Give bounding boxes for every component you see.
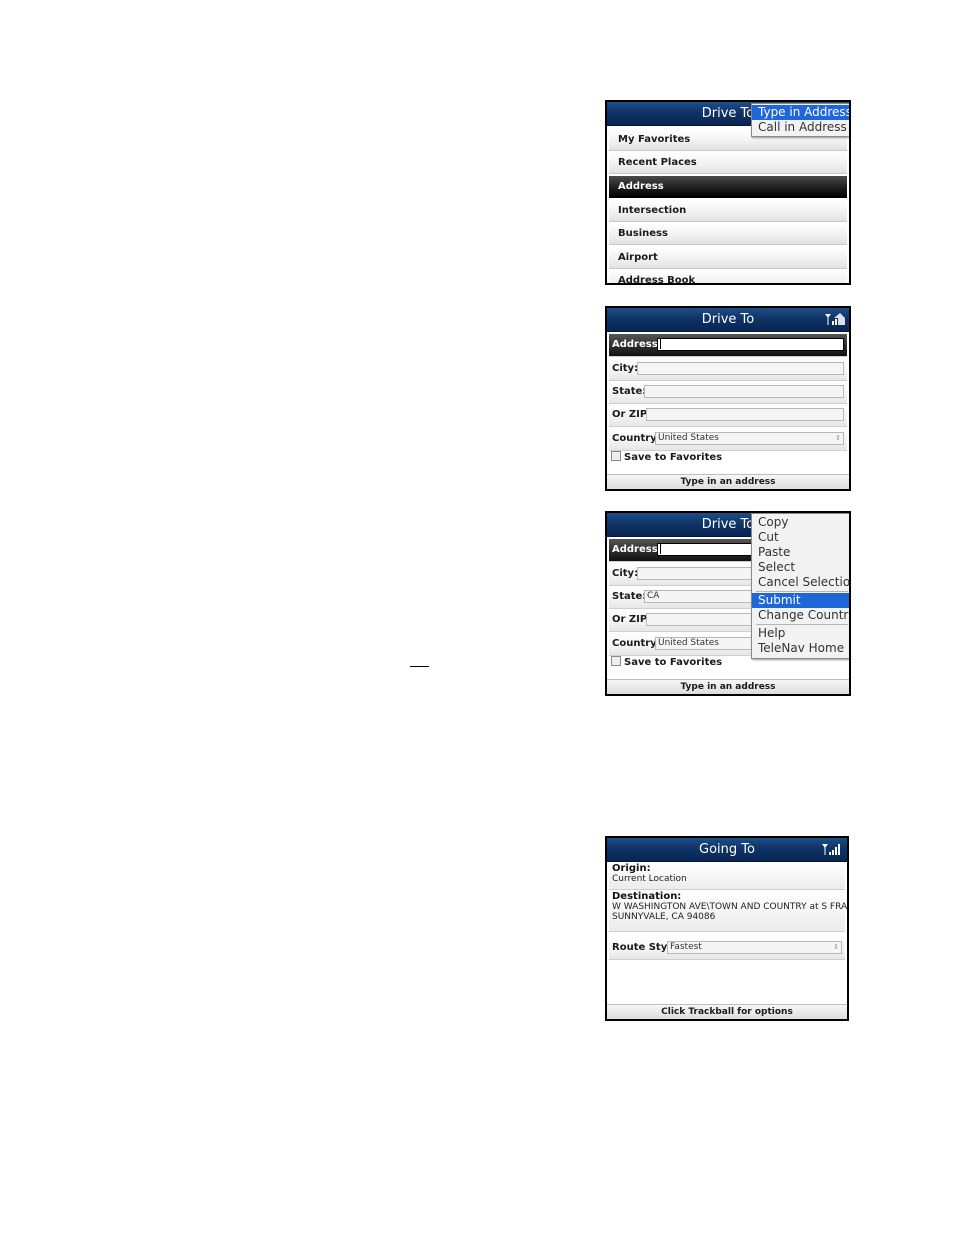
menu-separator	[756, 591, 848, 592]
address-label: Address:	[612, 339, 662, 350]
origin-value: Current Location	[612, 874, 687, 884]
text-caret	[660, 339, 661, 349]
address-label: Address:	[612, 544, 662, 555]
status-bar: Type in an address	[607, 679, 849, 694]
context-item-select[interactable]: Select	[752, 560, 849, 575]
route-style-select[interactable]: Fastest ⇕	[667, 941, 842, 954]
screen-title: Drive To	[701, 517, 755, 532]
status-bar: Type in an address	[607, 474, 849, 489]
state-label: State:	[612, 591, 647, 602]
save-favorites-label: Save to Favorites	[624, 657, 723, 668]
menu-item-airport[interactable]: Airport	[609, 247, 847, 269]
address-entry-screen: Drive To Address: City: State: Or ZIP: C…	[605, 306, 851, 491]
country-field-row[interactable]: Country: United States ⇕	[609, 428, 847, 451]
destination-line1: W WASHINGTON AVE\TOWN AND COUNTRY at S F…	[612, 902, 849, 912]
context-item-help[interactable]: Help	[752, 626, 849, 641]
context-item-submit[interactable]: Submit	[752, 593, 849, 608]
title-bar: Going To	[607, 838, 847, 862]
signal-home-icon	[825, 313, 845, 325]
signal-strength-icon	[822, 844, 840, 855]
address-menu-screen: Drive To Address: City: State: CA Or ZIP…	[605, 511, 851, 696]
destination-label: Destination:	[612, 891, 682, 902]
context-item-cut[interactable]: Cut	[752, 530, 849, 545]
destination-line2: SUNNYVALE, CA 94086	[612, 912, 716, 922]
address-input[interactable]	[657, 338, 844, 351]
state-input[interactable]	[644, 385, 844, 398]
status-text: Type in an address	[680, 477, 776, 487]
origin-label: Origin:	[612, 863, 651, 874]
route-style-row[interactable]: Route Style: Fastest ⇕	[609, 937, 845, 960]
context-item-change-country[interactable]: Change Country	[752, 608, 849, 623]
screen-title: Going To	[699, 842, 755, 857]
dropdown-arrow-icon: ⇕	[835, 434, 841, 442]
screen-title: Drive To	[701, 312, 755, 327]
save-favorites-checkbox-row[interactable]: Save to Favorites	[611, 656, 722, 668]
save-favorites-checkbox-row[interactable]: Save to Favorites	[611, 451, 722, 463]
drive-to-menu-screen: Drive To My Favorites Recent Places Addr…	[605, 100, 851, 285]
save-favorites-checkbox[interactable]	[611, 451, 621, 461]
state-label: State:	[612, 386, 647, 397]
country-label: Country:	[612, 433, 661, 444]
destination-row[interactable]: Destination: W WASHINGTON AVE\TOWN AND C…	[609, 890, 849, 932]
popup-item-type-in-address[interactable]: Type in Address	[752, 105, 849, 120]
address-field-row[interactable]: Address:	[609, 334, 847, 357]
save-favorites-label: Save to Favorites	[624, 452, 723, 463]
menu-item-intersection[interactable]: Intersection	[609, 200, 847, 222]
title-bar: Drive To	[607, 308, 849, 332]
underline-mark	[410, 666, 429, 667]
screen-title: Drive To	[701, 106, 755, 121]
zip-field-row[interactable]: Or ZIP:	[609, 404, 847, 427]
popup-item-call-in-address[interactable]: Call in Address	[752, 120, 849, 135]
city-label: City:	[612, 568, 639, 579]
context-item-cancel-selection[interactable]: Cancel Selection	[752, 575, 849, 590]
dropdown-arrow-icon: ⇕	[833, 943, 839, 951]
country-select[interactable]: United States ⇕	[655, 432, 844, 445]
context-item-paste[interactable]: Paste	[752, 545, 849, 560]
text-caret	[660, 544, 661, 554]
city-label: City:	[612, 363, 639, 374]
save-favorites-checkbox[interactable]	[611, 656, 621, 666]
menu-item-address-book[interactable]: Address Book	[609, 270, 847, 283]
going-to-screen: Going To Origin: Current Location Destin…	[605, 836, 849, 1021]
address-popup-menu: Type in Address Call in Address	[751, 103, 849, 137]
state-field-row[interactable]: State:	[609, 381, 847, 404]
menu-item-address[interactable]: Address	[609, 176, 847, 198]
city-input[interactable]	[637, 362, 844, 375]
country-label: Country:	[612, 638, 661, 649]
context-item-copy[interactable]: Copy	[752, 515, 849, 530]
context-menu: Copy Cut Paste Select Cancel Selection S…	[751, 513, 849, 659]
origin-row[interactable]: Origin: Current Location	[609, 863, 845, 890]
menu-separator	[756, 624, 848, 625]
city-field-row[interactable]: City:	[609, 358, 847, 381]
menu-item-business[interactable]: Business	[609, 223, 847, 245]
status-text: Type in an address	[680, 682, 776, 692]
status-bar: Click Trackball for options	[607, 1004, 847, 1019]
zip-input[interactable]	[646, 408, 844, 421]
context-item-telenav-home[interactable]: TeleNav Home	[752, 641, 849, 656]
menu-item-recent-places[interactable]: Recent Places	[609, 152, 847, 174]
status-text: Click Trackball for options	[661, 1007, 793, 1017]
